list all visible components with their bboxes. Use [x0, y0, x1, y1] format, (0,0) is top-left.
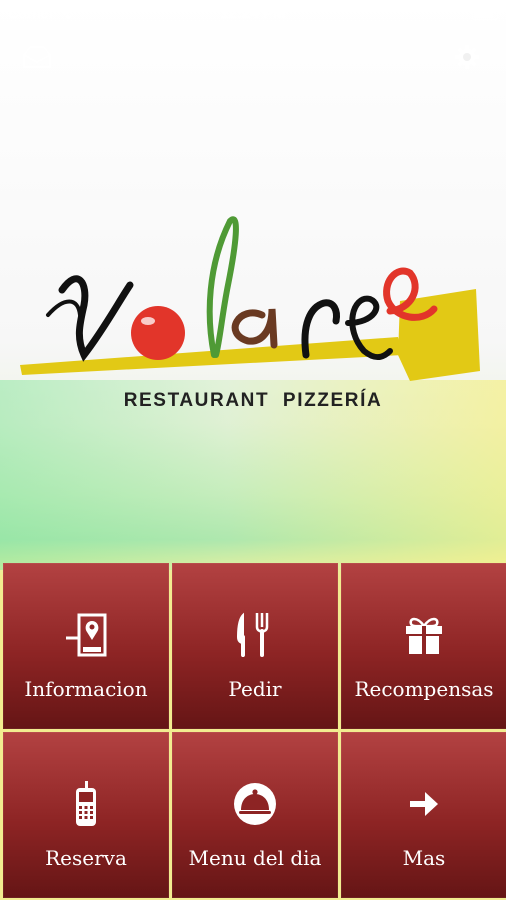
- mobile-phone-icon: [76, 781, 96, 826]
- tile-pedir[interactable]: Pedir: [172, 563, 338, 729]
- tile-label: Menu del dia: [188, 846, 322, 870]
- gift-icon: [406, 617, 442, 654]
- tile-reserva[interactable]: Reserva: [3, 732, 169, 898]
- cloche-icon: [234, 783, 276, 825]
- tagline: RESTAURANT PIZZERÍA: [123, 390, 383, 411]
- fork-knife-icon: [236, 612, 269, 657]
- clock: 12:24 PM: [220, 5, 286, 22]
- arrow-right-icon: [410, 792, 438, 816]
- menu-grid: Informacion Pedir Recompensas Reserva Me…: [0, 563, 506, 900]
- tile-mas[interactable]: Mas: [341, 732, 506, 898]
- tile-label: Reserva: [45, 846, 127, 870]
- tile-label: Pedir: [228, 677, 282, 701]
- map-pin-card-icon: [66, 613, 107, 657]
- tile-label: Informacion: [24, 677, 148, 701]
- status-bar: Carrier 12:24 PM: [0, 0, 506, 28]
- tile-recompensas[interactable]: Recompensas: [341, 563, 506, 729]
- tile-menu-del-dia[interactable]: Menu del dia: [172, 732, 338, 898]
- tile-label: Mas: [402, 846, 446, 870]
- tile-informacion[interactable]: Informacion: [3, 563, 169, 729]
- envelope-icon[interactable]: [20, 40, 54, 74]
- tile-label: Recompensas: [354, 677, 494, 701]
- gear-icon[interactable]: [450, 40, 484, 74]
- battery-icon: [472, 6, 501, 20]
